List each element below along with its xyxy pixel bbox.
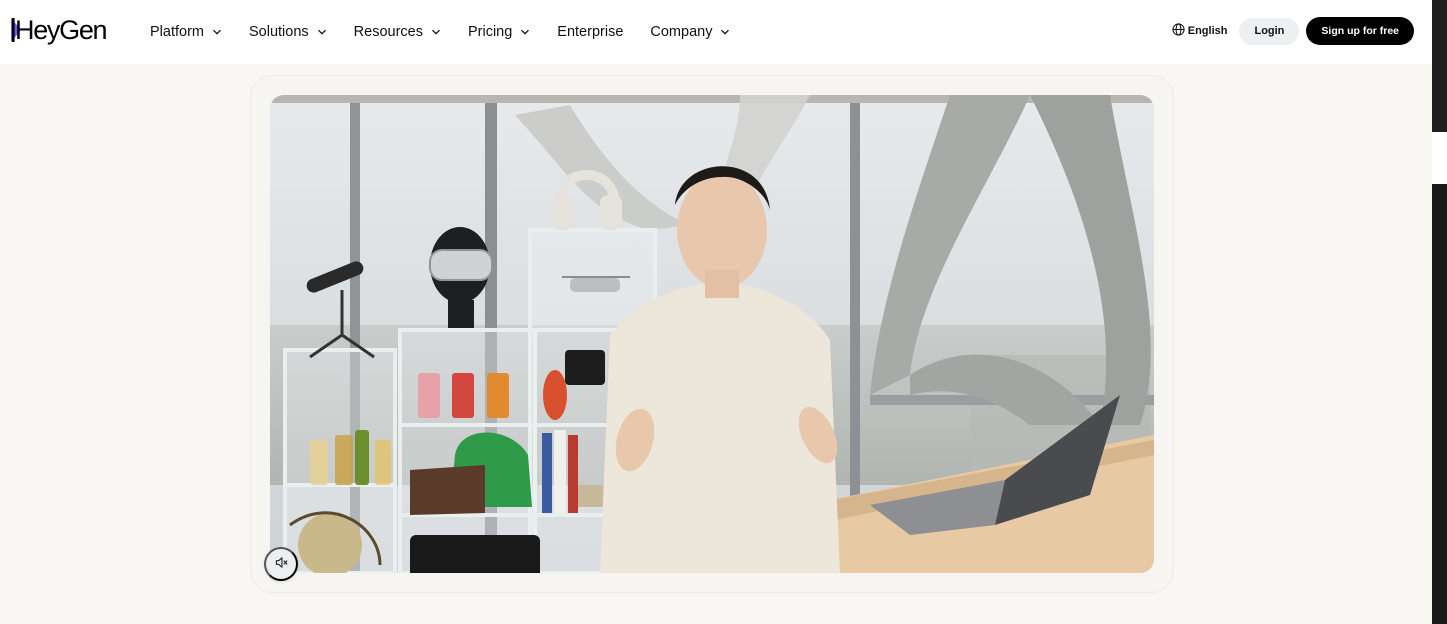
- login-button[interactable]: Login: [1239, 17, 1300, 45]
- logo-mark: HeyGen: [11, 15, 108, 45]
- menu-enterprise-label: Enterprise: [557, 24, 624, 40]
- globe-icon: [1172, 23, 1188, 39]
- menu-enterprise[interactable]: Enterprise: [557, 24, 623, 40]
- menu-solutions-label: Solutions: [249, 24, 309, 40]
- speaker-muted-icon: [275, 556, 288, 572]
- menu-resources[interactable]: Resources: [354, 24, 441, 40]
- chevron-down-icon: [520, 27, 530, 37]
- language-label: English: [1187, 25, 1228, 37]
- signup-button[interactable]: Sign up for free: [1306, 17, 1414, 45]
- language-selector[interactable]: English: [1172, 23, 1228, 39]
- logo-text: HeyGen: [15, 15, 107, 45]
- hero-video[interactable]: [270, 95, 1154, 573]
- top-nav: HeyGen Platform Solutions Resources Pric…: [0, 0, 1432, 64]
- chevron-down-icon: [212, 27, 222, 37]
- menu-pricing[interactable]: Pricing: [468, 24, 530, 40]
- menu-pricing-label: Pricing: [467, 24, 513, 40]
- mute-toggle-button[interactable]: [264, 547, 298, 581]
- scrollbar-upper: [1432, 0, 1447, 132]
- main-menu: Platform Solutions Resources Pricing Ent…: [150, 0, 757, 64]
- menu-platform[interactable]: Platform: [150, 24, 222, 40]
- menu-resources-label: Resources: [353, 24, 423, 40]
- menu-company-label: Company: [650, 24, 713, 40]
- nav-actions: English Login Sign up for free: [1172, 17, 1414, 45]
- chevron-down-icon: [431, 27, 441, 37]
- chevron-down-icon: [720, 27, 730, 37]
- video-scene: [270, 95, 1154, 573]
- menu-platform-label: Platform: [150, 24, 204, 40]
- chevron-down-icon: [317, 27, 327, 37]
- menu-solutions[interactable]: Solutions: [249, 24, 327, 40]
- menu-company[interactable]: Company: [650, 24, 730, 40]
- scrollbar-thumb[interactable]: [1432, 132, 1447, 184]
- heygen-logo[interactable]: HeyGen: [11, 14, 115, 46]
